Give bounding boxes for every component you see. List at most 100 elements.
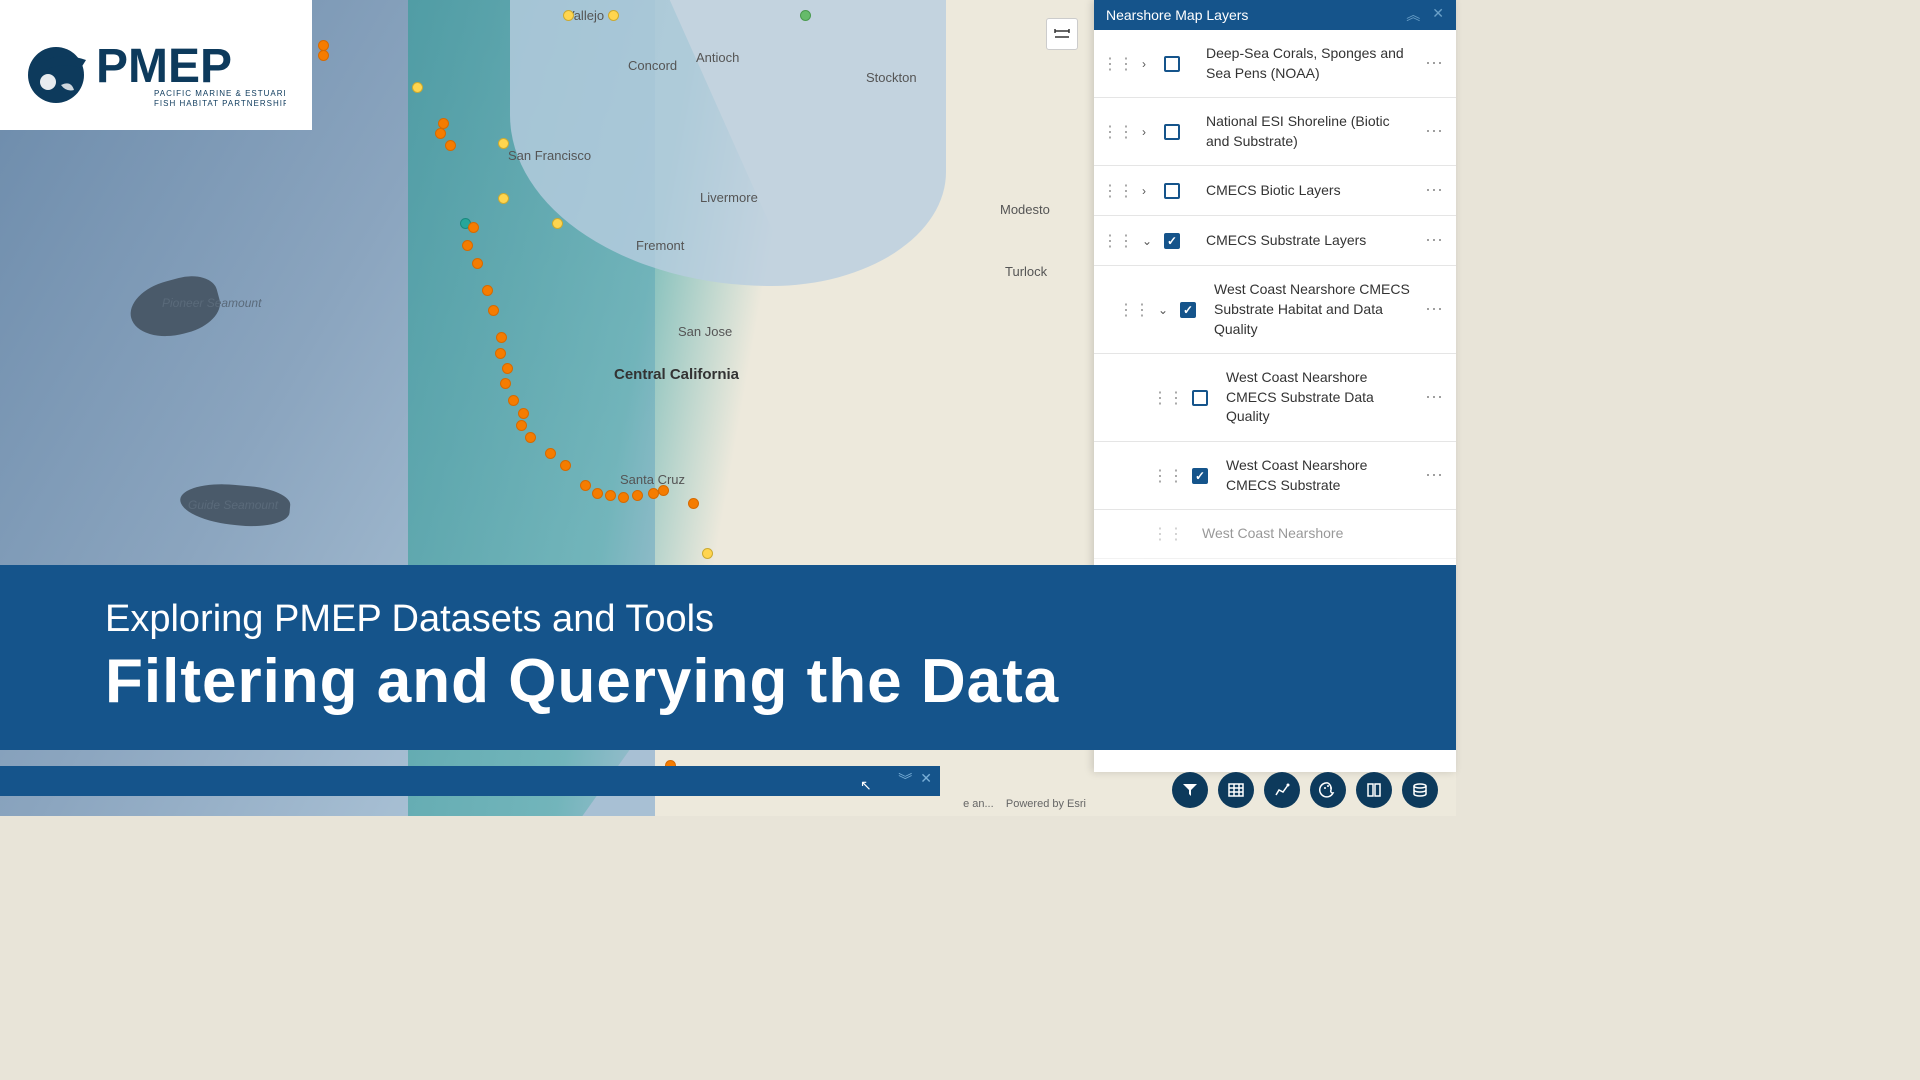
map-point[interactable] — [495, 348, 506, 359]
seamount-label-1: Pioneer Seamount — [162, 296, 261, 310]
filter-button[interactable] — [1172, 772, 1208, 808]
more-options-icon[interactable]: ⋯ — [1421, 180, 1448, 201]
layer-panel-title: Nearshore Map Layers — [1106, 7, 1248, 23]
filter-icon — [1181, 781, 1199, 799]
chevron-right-icon[interactable]: › — [1142, 184, 1156, 198]
ruler-icon — [1053, 25, 1071, 43]
map-point[interactable] — [658, 485, 669, 496]
map-point[interactable] — [318, 50, 329, 61]
map-point[interactable] — [498, 138, 509, 149]
drag-handle-icon[interactable]: ⋮⋮ — [1152, 524, 1184, 544]
more-options-icon[interactable]: ⋯ — [1421, 465, 1448, 486]
map-point[interactable] — [445, 140, 456, 151]
layer-label: Deep-Sea Corals, Sponges and Sea Pens (N… — [1188, 44, 1413, 83]
city-label: Modesto — [1000, 202, 1050, 217]
map-point[interactable] — [702, 548, 713, 559]
drag-handle-icon[interactable]: ⋮⋮ — [1102, 181, 1134, 201]
map-point[interactable] — [468, 222, 479, 233]
layer-item: ⋮⋮ › CMECS Biotic Layers ⋯ — [1094, 166, 1456, 216]
close-bar-icon[interactable]: ✕ — [920, 770, 932, 790]
layer-label: CMECS Biotic Layers — [1188, 181, 1413, 201]
drag-handle-icon[interactable]: ⋮⋮ — [1102, 122, 1134, 142]
layers-button[interactable] — [1402, 772, 1438, 808]
svg-text:PMEP: PMEP — [96, 40, 232, 93]
more-options-icon[interactable]: ⋯ — [1421, 387, 1448, 408]
layer-item: ⋮⋮ West Coast Nearshore — [1094, 510, 1456, 559]
map-point[interactable] — [580, 480, 591, 491]
cursor-icon: ↖ — [860, 777, 872, 794]
drag-handle-icon[interactable]: ⋮⋮ — [1118, 300, 1150, 320]
chevron-down-icon[interactable]: ⌄ — [1158, 303, 1172, 317]
layer-label: CMECS Substrate Layers — [1188, 231, 1413, 251]
drag-handle-icon[interactable]: ⋮⋮ — [1102, 231, 1134, 251]
palette-icon — [1319, 781, 1337, 799]
toolbar — [1172, 772, 1438, 808]
map-point[interactable] — [412, 82, 423, 93]
city-label: Santa Cruz — [620, 472, 685, 487]
map-point[interactable] — [632, 490, 643, 501]
logo-container: PMEP PACIFIC MARINE & ESTUARINE FISH HAB… — [0, 0, 312, 130]
layer-item: ⋮⋮ › Deep-Sea Corals, Sponges and Sea Pens… — [1094, 30, 1456, 98]
map-point[interactable] — [462, 240, 473, 251]
map-point[interactable] — [552, 218, 563, 229]
map-point[interactable] — [472, 258, 483, 269]
map-point[interactable] — [516, 420, 527, 431]
layer-label: West Coast Nearshore CMECS Substrate — [1216, 456, 1413, 495]
layer-item: ⋮⋮⌄West Coast Nearshore CMECS Substrate … — [1094, 266, 1456, 354]
city-label: Fremont — [636, 238, 684, 253]
more-options-icon[interactable]: ⋯ — [1421, 121, 1448, 142]
chevron-right-icon[interactable]: › — [1142, 125, 1156, 139]
layer-checkbox[interactable] — [1164, 233, 1180, 249]
map-point[interactable] — [518, 408, 529, 419]
table-button[interactable] — [1218, 772, 1254, 808]
drag-handle-icon[interactable]: ⋮⋮ — [1152, 466, 1184, 486]
drag-handle-icon[interactable]: ⋮⋮ — [1152, 388, 1184, 408]
map-point[interactable] — [482, 285, 493, 296]
more-options-icon[interactable]: ⋯ — [1421, 230, 1448, 251]
map-point[interactable] — [488, 305, 499, 316]
chevron-right-icon[interactable]: › — [1142, 57, 1156, 71]
city-label: Livermore — [700, 190, 758, 205]
more-options-icon[interactable]: ⋯ — [1421, 299, 1448, 320]
layers-icon — [1411, 781, 1429, 799]
layer-checkbox[interactable] — [1180, 302, 1196, 318]
layer-checkbox[interactable] — [1164, 124, 1180, 140]
layer-label: West Coast Nearshore — [1192, 524, 1448, 544]
map-point[interactable] — [800, 10, 811, 21]
band-title: Filtering and Querying the Data — [105, 646, 1456, 717]
chart-button[interactable] — [1264, 772, 1300, 808]
map-point[interactable] — [545, 448, 556, 459]
bookmark-button[interactable] — [1356, 772, 1392, 808]
map-point[interactable] — [618, 492, 629, 503]
layer-label: West Coast Nearshore CMECS Substrate Dat… — [1216, 368, 1413, 427]
map-point[interactable] — [560, 460, 571, 471]
map-point[interactable] — [435, 128, 446, 139]
layer-checkbox[interactable] — [1192, 390, 1208, 406]
city-label: San Francisco — [508, 148, 591, 163]
scale-button[interactable] — [1046, 18, 1078, 50]
drag-handle-icon[interactable]: ⋮⋮ — [1102, 54, 1134, 74]
map-point[interactable] — [496, 332, 507, 343]
title-band: Exploring PMEP Datasets and Tools Filter… — [0, 565, 1456, 750]
layer-checkbox[interactable] — [1164, 56, 1180, 72]
map-point[interactable] — [605, 490, 616, 501]
map-point[interactable] — [500, 378, 511, 389]
map-point[interactable] — [592, 488, 603, 499]
map-point[interactable] — [688, 498, 699, 509]
map-point[interactable] — [563, 10, 574, 21]
close-icon[interactable]: ✕ — [1432, 5, 1444, 25]
layer-panel-header: Nearshore Map Layers ︽ ✕ — [1094, 0, 1456, 30]
map-point[interactable] — [525, 432, 536, 443]
palette-button[interactable] — [1310, 772, 1346, 808]
expand-down-icon[interactable]: ︾ — [898, 770, 912, 790]
layer-checkbox[interactable] — [1192, 468, 1208, 484]
chevron-down-icon[interactable]: ⌄ — [1142, 234, 1156, 248]
table-icon — [1227, 781, 1245, 799]
layer-checkbox[interactable] — [1164, 183, 1180, 199]
more-options-icon[interactable]: ⋯ — [1421, 53, 1448, 74]
map-point[interactable] — [608, 10, 619, 21]
collapse-icon[interactable]: ︽ — [1406, 5, 1420, 25]
map-point[interactable] — [508, 395, 519, 406]
map-point[interactable] — [498, 193, 509, 204]
map-point[interactable] — [502, 363, 513, 374]
